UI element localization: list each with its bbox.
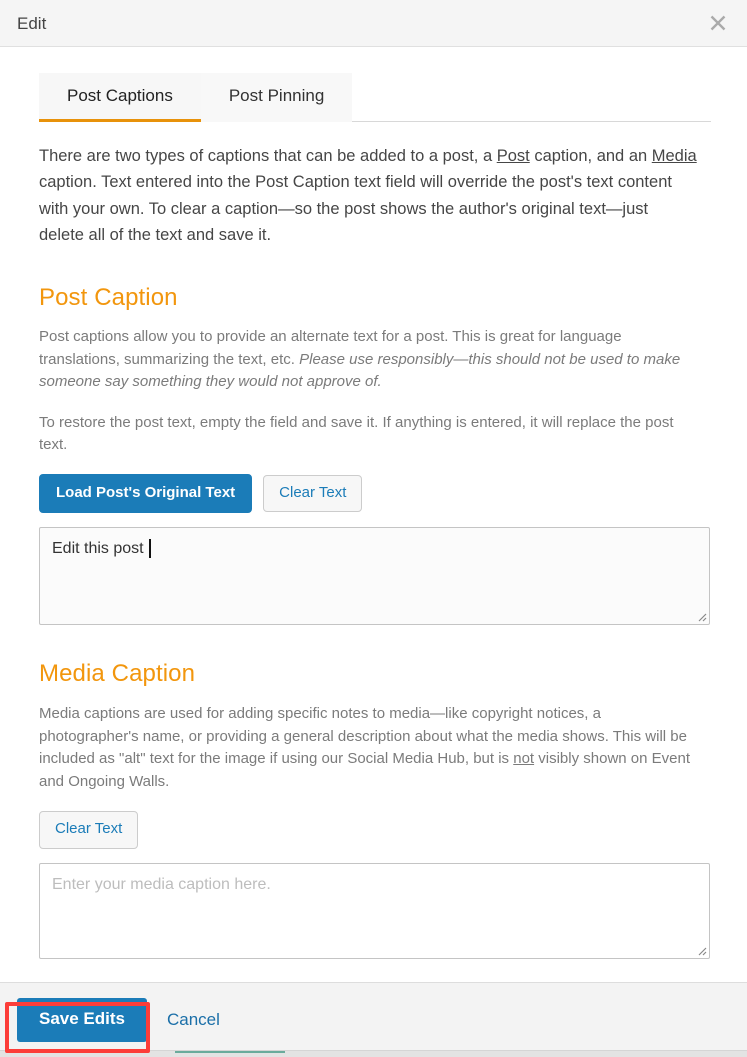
modal-header: Edit — [0, 0, 747, 47]
tab-post-captions-label: Post Captions — [67, 86, 173, 105]
save-edits-button[interactable]: Save Edits — [17, 998, 147, 1042]
cancel-button[interactable]: Cancel — [167, 1010, 220, 1030]
media-caption-clear-text-button[interactable]: Clear Text — [39, 811, 139, 849]
intro-text-part3: caption. Text entered into the Post Capt… — [39, 173, 672, 245]
tab-post-captions[interactable]: Post Captions — [39, 73, 201, 122]
post-caption-textarea[interactable] — [39, 527, 710, 626]
media-caption-description: Media captions are used for adding speci… — [39, 703, 694, 793]
post-caption-clear-text-button[interactable]: Clear Text — [263, 474, 363, 513]
post-caption-heading: Post Caption — [39, 283, 178, 311]
post-caption-textarea-wrap — [39, 527, 710, 626]
post-caption-help-link[interactable]: Post — [497, 147, 530, 165]
media-caption-button-row: Clear Text — [39, 811, 710, 849]
intro-paragraph: There are two types of captions that can… — [39, 143, 697, 249]
post-caption-description: Post captions allow you to provide an al… — [39, 326, 694, 394]
media-caption-description-emphasis: not — [513, 750, 535, 768]
background-page-sliver — [0, 1050, 747, 1057]
load-original-text-button[interactable]: Load Post's Original Text — [39, 473, 253, 514]
edit-modal: Edit Post Captions Post Pinning There ar… — [0, 0, 747, 1057]
modal-footer: Save Edits Cancel — [0, 982, 747, 1057]
post-caption-button-row: Load Post's Original Text Clear Text — [39, 473, 710, 514]
post-caption-restore-note: To restore the post text, empty the fiel… — [39, 413, 674, 454]
media-caption-textarea[interactable] — [39, 862, 710, 959]
media-caption-help-link[interactable]: Media — [652, 147, 697, 165]
text-cursor — [149, 539, 151, 559]
modal-body: Post Captions Post Pinning There are two… — [0, 47, 747, 982]
tab-post-pinning-label: Post Pinning — [228, 86, 325, 105]
intro-text-part2: caption, and an — [529, 146, 652, 165]
tab-post-pinning[interactable]: Post Pinning — [200, 73, 353, 122]
background-teal-accent — [175, 1051, 285, 1053]
tab-bar: Post Captions Post Pinning — [39, 73, 711, 122]
tab-panel-post-captions: There are two types of captions that can… — [0, 143, 747, 959]
intro-text-part1: There are two types of captions that can… — [39, 146, 497, 165]
media-caption-textarea-wrap — [39, 862, 710, 959]
close-icon[interactable] — [705, 10, 731, 36]
page-title: Edit — [17, 13, 47, 33]
media-caption-heading: Media Caption — [39, 660, 196, 688]
